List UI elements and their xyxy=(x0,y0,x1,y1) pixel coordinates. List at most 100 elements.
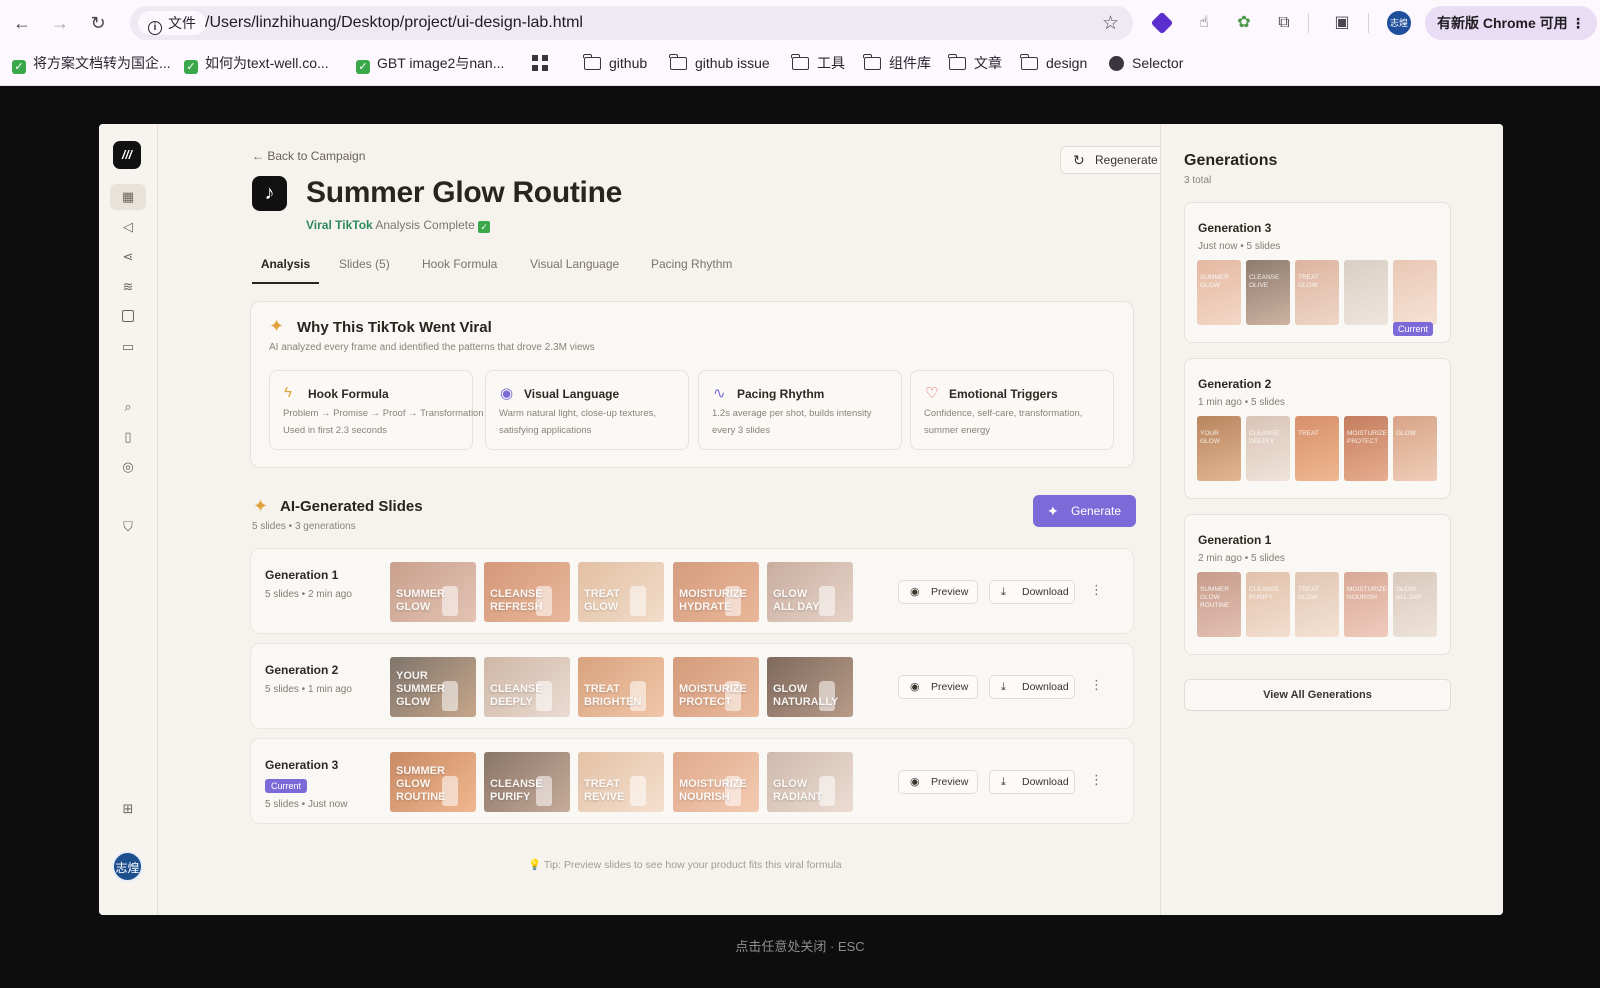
bookmark-item[interactable]: ✓ GBT image2与nan... xyxy=(356,50,504,76)
slides-stack-icon[interactable]: ▯ xyxy=(110,424,146,450)
bookmark-folder[interactable]: 文章 xyxy=(948,50,1002,76)
slide-thumbnail[interactable]: CLEANSE DEEPLY xyxy=(484,657,570,717)
more-options-icon[interactable]: ⋮ xyxy=(1090,772,1103,788)
folder-icon xyxy=(863,54,881,70)
back-arrow-icon[interactable]: ← xyxy=(10,11,34,35)
preview-button[interactable]: ◉ Preview xyxy=(898,580,978,604)
generation-card[interactable]: Generation 1 2 min ago • 5 slides SUMMER G… xyxy=(1184,514,1451,655)
preview-button[interactable]: ◉ Preview xyxy=(898,770,978,794)
forward-arrow-icon[interactable]: → xyxy=(48,11,72,35)
slide-mini-thumbnail[interactable] xyxy=(1393,260,1437,325)
url-text[interactable]: /Users/linzhihuang/Desktop/project/ui-de… xyxy=(205,6,583,40)
slide-thumbnail[interactable]: TREAT BRIGHTEN xyxy=(578,657,664,717)
more-options-icon[interactable]: ⋮ xyxy=(1090,677,1103,693)
preview-button[interactable]: ◉ Preview xyxy=(898,675,978,699)
slide-mini-thumbnail[interactable]: GLOW xyxy=(1393,416,1437,481)
insight-detail: every 3 slides xyxy=(712,425,771,436)
slide-thumbnail[interactable]: MOISTURIZE HYDRATE xyxy=(673,562,759,622)
insight-card[interactable]: ◉ Visual Language Warm natural light, clos… xyxy=(485,370,689,450)
bookmark-label: 如何为text-well.co... xyxy=(205,55,329,71)
share-nodes-icon[interactable]: ⋖ xyxy=(110,244,146,270)
heart-icon: ♡ xyxy=(925,385,939,402)
tab-slides[interactable]: Slides (5) xyxy=(339,250,390,284)
slide-thumbnail[interactable]: MOISTURIZE PROTECT xyxy=(673,657,759,717)
megaphone-icon[interactable]: ◁ xyxy=(110,214,146,240)
image-gallery-icon[interactable] xyxy=(110,304,146,330)
gift-icon[interactable]: ⊞ xyxy=(110,796,146,822)
tab-analysis[interactable]: Analysis xyxy=(252,250,319,284)
slide-thumbnail[interactable]: GLOW RADIANT xyxy=(767,752,853,812)
slide-thumbnail[interactable]: TREAT GLOW xyxy=(578,562,664,622)
extension-puzzle-green-icon[interactable]: ✿ xyxy=(1232,11,1256,35)
site-info-chip[interactable]: i 文件 xyxy=(138,11,206,35)
bookmark-item[interactable]: ✓ 将方案文档转为国企... xyxy=(12,50,171,76)
app-logo[interactable]: /// xyxy=(113,141,141,169)
dashboard-grid-icon[interactable]: ▦ xyxy=(110,184,146,210)
generate-button[interactable]: ✦ Generate xyxy=(1033,495,1136,527)
bookmark-folder[interactable]: design xyxy=(1020,50,1087,76)
download-button[interactable]: ⤓ Download xyxy=(989,675,1075,699)
slide-mini-thumbnail[interactable]: YOUR GLOW xyxy=(1197,416,1241,481)
shield-icon[interactable]: ⛉ xyxy=(110,514,146,540)
view-all-generations-button[interactable]: View All Generations xyxy=(1184,679,1451,711)
slide-thumbnail[interactable]: CLEANSE PURIFY xyxy=(484,752,570,812)
download-button[interactable]: ⤓ Download xyxy=(989,580,1075,604)
slide-thumbnail[interactable]: MOISTURIZE NOURISH xyxy=(673,752,759,812)
scan-target-icon[interactable]: ◎ xyxy=(110,454,146,480)
slide-mini-thumbnail[interactable] xyxy=(1344,260,1388,325)
extensions-puzzle-icon[interactable]: ⧉ xyxy=(1272,11,1296,35)
generation-card[interactable]: Generation 2 1 min ago • 5 slides YOUR GLO… xyxy=(1184,358,1451,499)
bookmark-star-icon[interactable]: ☆ xyxy=(1102,12,1119,35)
slide-thumbnail[interactable]: CLEANSE REFRESH xyxy=(484,562,570,622)
insight-card[interactable]: ∿ Pacing Rhythm 1.2s average per shot, bui… xyxy=(698,370,902,450)
slide-mini-thumbnail[interactable]: SUMMER GLOW xyxy=(1197,260,1241,325)
bookmark-item[interactable]: ✓ 如何为text-well.co... xyxy=(184,50,329,76)
slide-thumbnail[interactable]: GLOW NATURALLY xyxy=(767,657,853,717)
insight-card[interactable]: ϟ Hook Formula Problem → Promise → Proof →… xyxy=(269,370,484,450)
bookmark-label: GBT image2与nan... xyxy=(377,55,505,71)
bookmark-folder[interactable]: 组件库 xyxy=(863,50,931,76)
extension-hand-icon[interactable]: ☝ xyxy=(1192,11,1216,35)
extension-diamond-icon[interactable] xyxy=(1150,11,1174,35)
bookmark-folder[interactable]: github xyxy=(583,50,647,76)
tab-hook-formula[interactable]: Hook Formula xyxy=(422,250,497,284)
profile-avatar[interactable]: 志煌 xyxy=(1387,11,1411,35)
download-button[interactable]: ⤓ Download xyxy=(989,770,1075,794)
generation-card[interactable]: Generation 3 Just now • 5 slides SUMMER GL… xyxy=(1184,202,1451,343)
chrome-update-button[interactable]: 有新版 Chrome 可用 ⋮ xyxy=(1425,6,1597,40)
layers-icon[interactable]: ≋ xyxy=(110,274,146,300)
slide-mini-thumbnail[interactable]: CLEANSE OLIVE xyxy=(1246,260,1290,325)
bookmark-item[interactable]: Selector xyxy=(1109,50,1183,76)
slide-thumbnail[interactable]: YOUR SUMMER GLOW xyxy=(390,657,476,717)
bookmark-folder[interactable]: github issue xyxy=(669,50,770,76)
bookmark-folder[interactable]: 工具 xyxy=(791,50,845,76)
more-options-icon[interactable]: ⋮ xyxy=(1090,582,1103,598)
tab-pacing-rhythm[interactable]: Pacing Rhythm xyxy=(651,250,732,284)
insight-card[interactable]: ♡ Emotional Triggers Confidence, self-care… xyxy=(910,370,1114,450)
tab-visual-language[interactable]: Visual Language xyxy=(530,250,619,284)
slide-thumbnail[interactable]: GLOW ALL DAY xyxy=(767,562,853,622)
slide-mini-thumbnail[interactable]: TREAT xyxy=(1295,416,1339,481)
slide-mini-thumbnail[interactable]: CLEANSE PURIFY xyxy=(1246,572,1290,637)
omnibox[interactable]: i 文件 /Users/linzhihuang/Desktop/project/u… xyxy=(130,6,1133,40)
site-info-label: 文件 xyxy=(168,15,196,31)
slide-mini-thumbnail[interactable]: GLOW ALL DAY xyxy=(1393,572,1437,637)
slide-thumbnail[interactable]: SUMMER GLOW xyxy=(390,562,476,622)
search-icon[interactable]: ⌕ xyxy=(110,394,146,420)
slide-mini-thumbnail[interactable]: TREAT GLOW xyxy=(1295,572,1339,637)
slide-mini-thumbnail[interactable]: SUMMER GLOW ROUTINE xyxy=(1197,572,1241,637)
slide-thumbnail[interactable]: TREAT REVIVE xyxy=(578,752,664,812)
chrome-menu-icon[interactable]: ⋮ xyxy=(1571,6,1585,40)
media-control-icon[interactable]: ▣ xyxy=(1330,11,1354,35)
slide-thumbnail[interactable]: SUMMER GLOW ROUTINE xyxy=(390,752,476,812)
slide-mini-thumbnail[interactable]: MOISTURIZE PROTECT xyxy=(1344,416,1388,481)
slide-mini-thumbnail[interactable]: MOISTURIZE NOURISH xyxy=(1344,572,1388,637)
slide-mini-thumbnail[interactable]: TREAT GLOW xyxy=(1295,260,1339,325)
calendar-icon[interactable]: ▭ xyxy=(110,334,146,360)
back-to-campaign-link[interactable]: ← Back to Campaign xyxy=(252,149,365,163)
user-avatar[interactable]: 志煌 xyxy=(112,851,143,882)
slide-mini-thumbnail[interactable]: CLEANSE DEEPLY xyxy=(1246,416,1290,481)
preview-label: Preview xyxy=(931,776,969,788)
apps-grid-icon[interactable] xyxy=(532,50,548,76)
reload-icon[interactable]: ↻ xyxy=(86,11,110,35)
